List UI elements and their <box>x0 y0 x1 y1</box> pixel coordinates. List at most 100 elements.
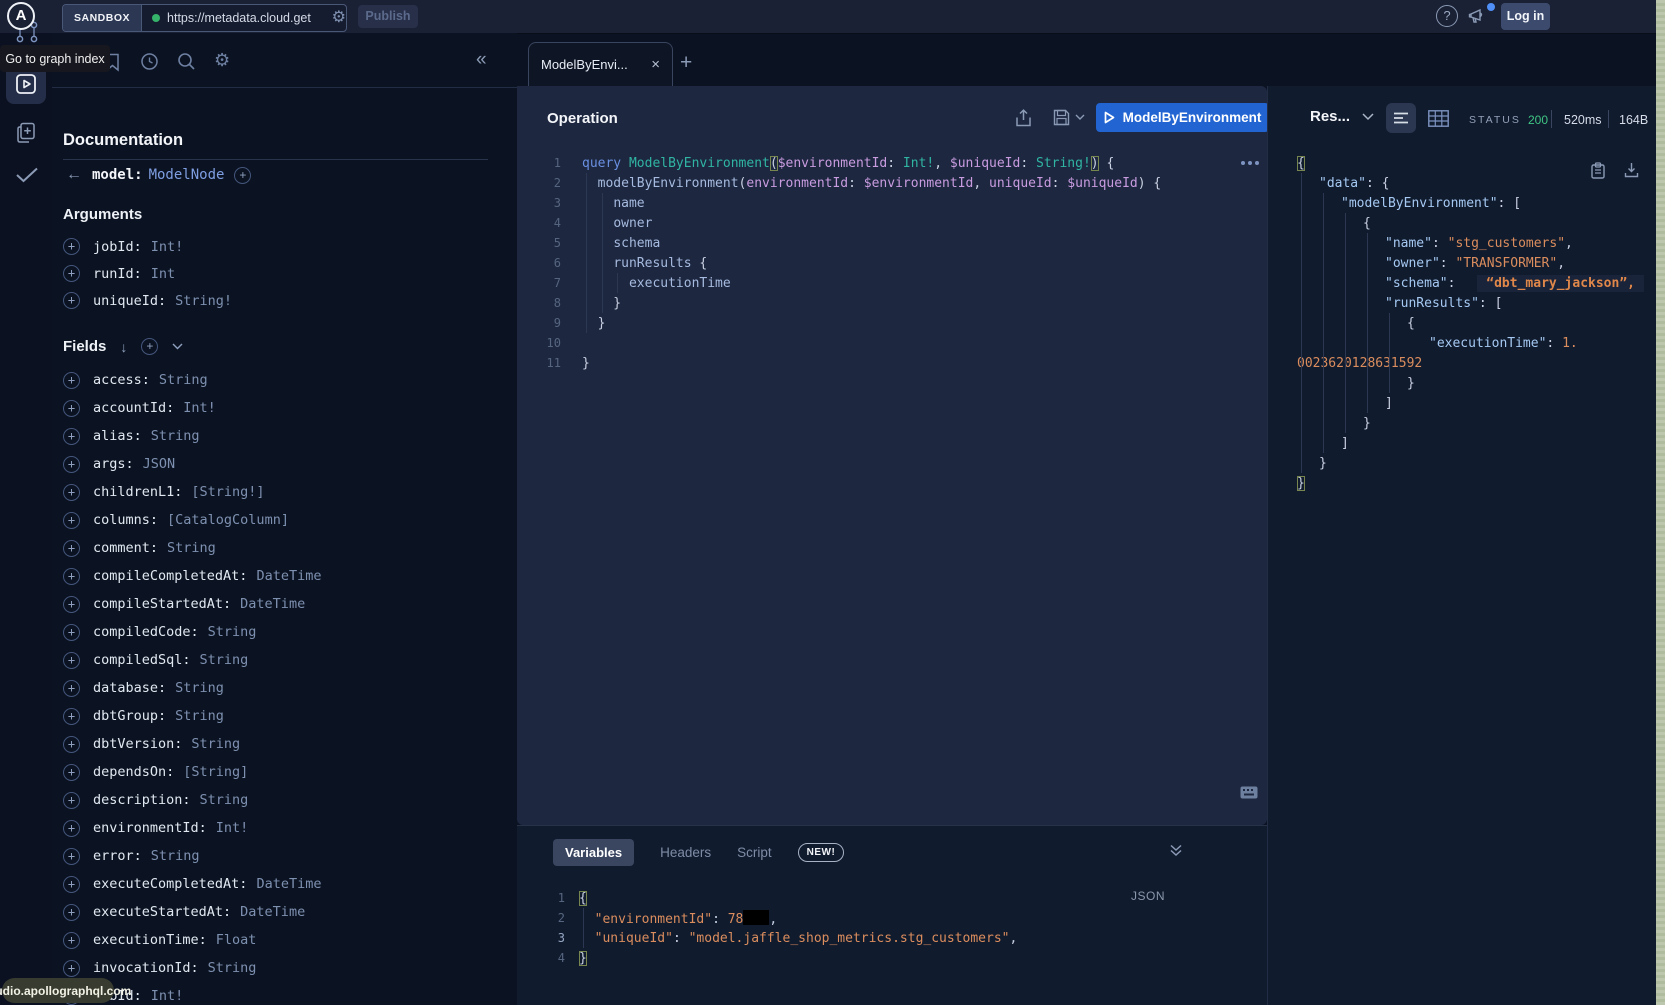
keyboard-shortcuts-icon[interactable] <box>1240 786 1258 799</box>
field-name[interactable]: uniqueId: <box>93 293 166 309</box>
settings-gear-icon[interactable]: ⚙ <box>214 51 230 69</box>
add-field-icon[interactable]: + <box>63 596 80 613</box>
add-field-icon[interactable]: + <box>63 764 80 781</box>
field-type[interactable]: [CatalogColumn] <box>167 512 289 528</box>
tab-script[interactable]: Script <box>737 845 772 860</box>
field-type[interactable]: Int! <box>151 988 184 1004</box>
back-arrow-icon[interactable]: ← <box>66 166 82 184</box>
operation-editor[interactable]: 1query ModelByEnvironment($environmentId… <box>517 153 1257 373</box>
add-field-icon[interactable]: + <box>63 848 80 865</box>
add-field-icon[interactable]: + <box>63 265 80 282</box>
help-icon[interactable]: ? <box>1436 5 1458 27</box>
add-field-icon[interactable]: + <box>63 820 80 837</box>
checklist-rail-item[interactable] <box>14 165 40 185</box>
field-name[interactable]: database: <box>93 680 166 696</box>
field-type[interactable]: JSON <box>143 456 176 472</box>
chevron-down-icon[interactable] <box>172 343 183 350</box>
field-type[interactable]: String <box>200 652 249 668</box>
add-field-icon[interactable]: + <box>63 680 80 697</box>
field-name[interactable]: executionTime: <box>93 932 207 948</box>
field-name[interactable]: description: <box>93 792 191 808</box>
field-type[interactable]: String <box>175 708 224 724</box>
history-icon[interactable] <box>140 52 159 71</box>
tab-modelbyenvironment[interactable]: ModelByEnvi... × <box>528 42 673 86</box>
add-field-icon[interactable]: + <box>63 372 80 389</box>
field-name[interactable]: executeStartedAt: <box>93 904 231 920</box>
add-field-icon[interactable]: + <box>63 484 80 501</box>
field-type[interactable]: Int <box>151 266 175 282</box>
field-name[interactable]: dbtVersion: <box>93 736 182 752</box>
collapse-panel-icon[interactable]: « <box>476 49 487 71</box>
add-field-icon[interactable]: + <box>63 708 80 725</box>
field-type[interactable]: [String!] <box>191 484 264 500</box>
field-name[interactable]: executeCompletedAt: <box>93 876 247 892</box>
type-name-link[interactable]: ModelNode <box>149 167 225 183</box>
field-type[interactable]: String <box>200 792 249 808</box>
collections-rail-item[interactable] <box>15 121 38 145</box>
add-field-icon[interactable]: + <box>63 428 80 445</box>
field-name[interactable]: accountId: <box>93 400 174 416</box>
field-name[interactable]: args: <box>93 456 134 472</box>
field-type[interactable]: Int! <box>183 400 216 416</box>
endpoint-settings-gear-icon[interactable]: ⚙ <box>332 10 346 26</box>
save-options-chevron-icon[interactable] <box>1075 114 1085 121</box>
add-field-icon[interactable]: + <box>63 736 80 753</box>
field-type[interactable]: String <box>167 540 216 556</box>
add-field-icon[interactable]: + <box>63 512 80 529</box>
add-field-icon[interactable]: + <box>63 568 80 585</box>
field-name[interactable]: comment: <box>93 540 158 556</box>
add-field-icon[interactable]: + <box>63 904 80 921</box>
field-name[interactable]: compiledSql: <box>93 652 191 668</box>
save-icon[interactable] <box>1053 109 1070 126</box>
response-dropdown-chevron-icon[interactable] <box>1362 113 1374 121</box>
add-field-icon[interactable]: + <box>63 652 80 669</box>
add-field-icon[interactable]: + <box>63 932 80 949</box>
publish-button[interactable]: Publish <box>358 5 418 28</box>
field-name[interactable]: alias: <box>93 428 142 444</box>
add-field-icon[interactable]: + <box>63 456 80 473</box>
field-type[interactable]: String <box>175 680 224 696</box>
field-name[interactable]: columns: <box>93 512 158 528</box>
field-name[interactable]: compileCompletedAt: <box>93 568 247 584</box>
field-type[interactable]: DateTime <box>240 596 305 612</box>
field-name[interactable]: compiledCode: <box>93 624 199 640</box>
add-all-fields-icon[interactable]: + <box>141 338 158 355</box>
response-body[interactable]: {"data": {"modelByEnvironment": [{"name"… <box>1268 153 1648 493</box>
add-field-icon[interactable]: + <box>63 238 80 255</box>
response-view-table-toggle[interactable] <box>1428 110 1449 127</box>
field-type[interactable]: Int! <box>216 820 249 836</box>
field-type[interactable]: DateTime <box>240 904 305 920</box>
add-field-icon[interactable]: + <box>63 960 80 977</box>
field-type[interactable]: Float <box>216 932 257 948</box>
collapse-section-double-chevron-icon[interactable] <box>1169 844 1183 857</box>
variables-editor[interactable]: 1{2 "environmentId": 78,3 "uniqueId": "m… <box>517 888 1257 968</box>
field-name[interactable]: compileStartedAt: <box>93 596 231 612</box>
field-type[interactable]: [String] <box>183 764 248 780</box>
field-type[interactable]: DateTime <box>256 876 321 892</box>
field-type[interactable]: String <box>191 736 240 752</box>
add-field-icon[interactable]: + <box>63 400 80 417</box>
search-icon[interactable] <box>177 52 196 71</box>
field-name[interactable]: dependsOn: <box>93 764 174 780</box>
field-type[interactable]: String <box>151 428 200 444</box>
add-field-icon[interactable]: + <box>63 792 80 809</box>
field-name[interactable]: jobId: <box>93 239 142 255</box>
field-name[interactable]: error: <box>93 848 142 864</box>
field-type[interactable]: Int! <box>151 239 184 255</box>
field-name[interactable]: runId: <box>93 266 142 282</box>
endpoint-url-group[interactable]: SANDBOX https://metadata.cloud.get ⚙ <box>62 4 347 32</box>
field-type[interactable]: DateTime <box>256 568 321 584</box>
add-field-icon[interactable]: + <box>63 876 80 893</box>
login-button[interactable]: Log in <box>1501 3 1550 30</box>
add-field-icon[interactable]: + <box>234 167 251 184</box>
tab-headers[interactable]: Headers <box>660 845 711 860</box>
response-view-list-toggle[interactable] <box>1386 103 1416 133</box>
add-field-icon[interactable]: + <box>63 292 80 309</box>
field-type[interactable]: String <box>151 848 200 864</box>
endpoint-url-input[interactable]: https://metadata.cloud.get <box>167 11 332 25</box>
field-name[interactable]: dbtGroup: <box>93 708 166 724</box>
field-type[interactable]: String <box>208 960 257 976</box>
field-name[interactable]: environmentId: <box>93 820 207 836</box>
sort-descending-icon[interactable]: ↓ <box>120 339 127 355</box>
field-type[interactable]: String <box>159 372 208 388</box>
